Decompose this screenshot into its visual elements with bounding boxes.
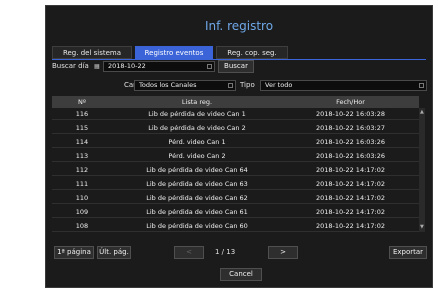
type-value: Ver todo — [265, 81, 293, 89]
scroll-up-icon[interactable]: ▲ — [420, 110, 424, 115]
row-number: 116 — [75, 110, 89, 118]
row-datetime: 2018-10-22 14:17:02 — [315, 180, 386, 188]
row-datetime: 2018-10-22 16:03:28 — [315, 110, 386, 118]
table-header: Nº Lista reg. Fech/Hor — [52, 96, 419, 108]
tab-backup-log[interactable]: Reg. cop. seg. — [216, 46, 288, 59]
row-number: 109 — [75, 208, 89, 216]
cancel-button[interactable]: Cancel — [220, 268, 262, 281]
export-button[interactable]: Exportar — [389, 246, 427, 259]
table-row[interactable]: 110 Lib de pérdida de video Can 62 2018-… — [52, 192, 419, 204]
table-row[interactable]: 116 Lib de pérdida de video Can 1 2018-1… — [52, 108, 419, 120]
row-datetime: 2018-10-22 16:03:26 — [315, 138, 386, 146]
first-page-button[interactable]: 1ª página — [54, 246, 94, 259]
row-datetime: 2018-10-22 14:17:02 — [315, 166, 386, 174]
col-datetime-header: Fech/Hor — [336, 98, 365, 106]
search-date-label: Buscar día — [52, 62, 89, 70]
tab-event-log[interactable]: Registro eventos — [135, 46, 213, 59]
row-log: Lib de pérdida de video Can 2 — [148, 124, 246, 132]
search-date-value: 2018-10-22 — [108, 62, 146, 70]
dialog-title: Inf. registro — [204, 19, 274, 33]
row-log: Pérd. video Can 2 — [168, 152, 226, 160]
channel-value: Todos los Canales — [139, 81, 197, 89]
row-log: Lib de pérdida de video Can 63 — [146, 180, 248, 188]
event-log-dialog: Inf. registro Reg. del sistema Registro … — [45, 5, 433, 288]
table-row[interactable]: 113 Pérd. video Can 2 2018-10-22 16:03:2… — [52, 150, 419, 162]
row-number: 114 — [75, 138, 89, 146]
row-log: Lib de pérdida de video Can 64 — [146, 166, 248, 174]
date-stepper-icon[interactable] — [207, 64, 212, 69]
search-button[interactable]: Buscar — [218, 60, 254, 73]
table-row[interactable]: 114 Pérd. video Can 1 2018-10-22 16:03:2… — [52, 136, 419, 148]
table-row[interactable]: 108 Lib de pérdida de video Can 60 2018-… — [52, 220, 419, 232]
row-datetime: 2018-10-22 16:03:26 — [315, 152, 386, 160]
row-log: Lib de pérdida de video Can 1 — [148, 110, 246, 118]
table-row[interactable]: 109 Lib de pérdida de video Can 61 2018-… — [52, 206, 419, 218]
row-datetime: 2018-10-22 14:17:02 — [315, 208, 386, 216]
row-log: Pérd. video Can 1 — [168, 138, 226, 146]
row-datetime: 2018-10-22 16:03:27 — [315, 124, 386, 132]
channel-select[interactable]: Todos los Canales — [134, 80, 236, 91]
col-log-header: Lista reg. — [181, 98, 213, 106]
row-number: 112 — [75, 166, 89, 174]
table-row[interactable]: 111 Lib de pérdida de video Can 63 2018-… — [52, 178, 419, 190]
tab-system-log[interactable]: Reg. del sistema — [52, 46, 132, 59]
chevron-down-icon — [228, 83, 233, 88]
row-datetime: 2018-10-22 14:17:02 — [315, 222, 386, 230]
chevron-down-icon — [419, 83, 424, 88]
next-page-button[interactable]: > — [268, 246, 298, 259]
scroll-down-icon[interactable]: ▼ — [420, 225, 424, 230]
page-indicator: 1 / 13 — [215, 248, 236, 256]
row-number: 111 — [75, 180, 89, 188]
row-number: 113 — [75, 152, 89, 160]
table-row[interactable]: 112 Lib de pérdida de video Can 64 2018-… — [52, 164, 419, 176]
type-label: Tipo — [240, 81, 255, 89]
calendar-icon[interactable]: ▦ — [94, 61, 100, 72]
row-number: 115 — [75, 124, 89, 132]
prev-page-button[interactable]: < — [174, 246, 204, 259]
type-select[interactable]: Ver todo — [260, 80, 427, 91]
row-number: 108 — [75, 222, 89, 230]
table-scrollbar[interactable]: ▲ ▼ — [419, 108, 425, 232]
row-log: Lib de pérdida de video Can 60 — [146, 222, 248, 230]
row-number: 110 — [75, 194, 89, 202]
table-row[interactable]: 115 Lib de pérdida de video Can 2 2018-1… — [52, 122, 419, 134]
row-datetime: 2018-10-22 14:17:02 — [315, 194, 386, 202]
last-page-button[interactable]: Últ. pág. — [97, 246, 131, 259]
row-log: Lib de pérdida de video Can 61 — [146, 208, 248, 216]
row-log: Lib de pérdida de video Can 62 — [146, 194, 248, 202]
search-date-field[interactable]: 2018-10-22 — [103, 61, 215, 72]
col-number-header: Nº — [78, 98, 86, 106]
